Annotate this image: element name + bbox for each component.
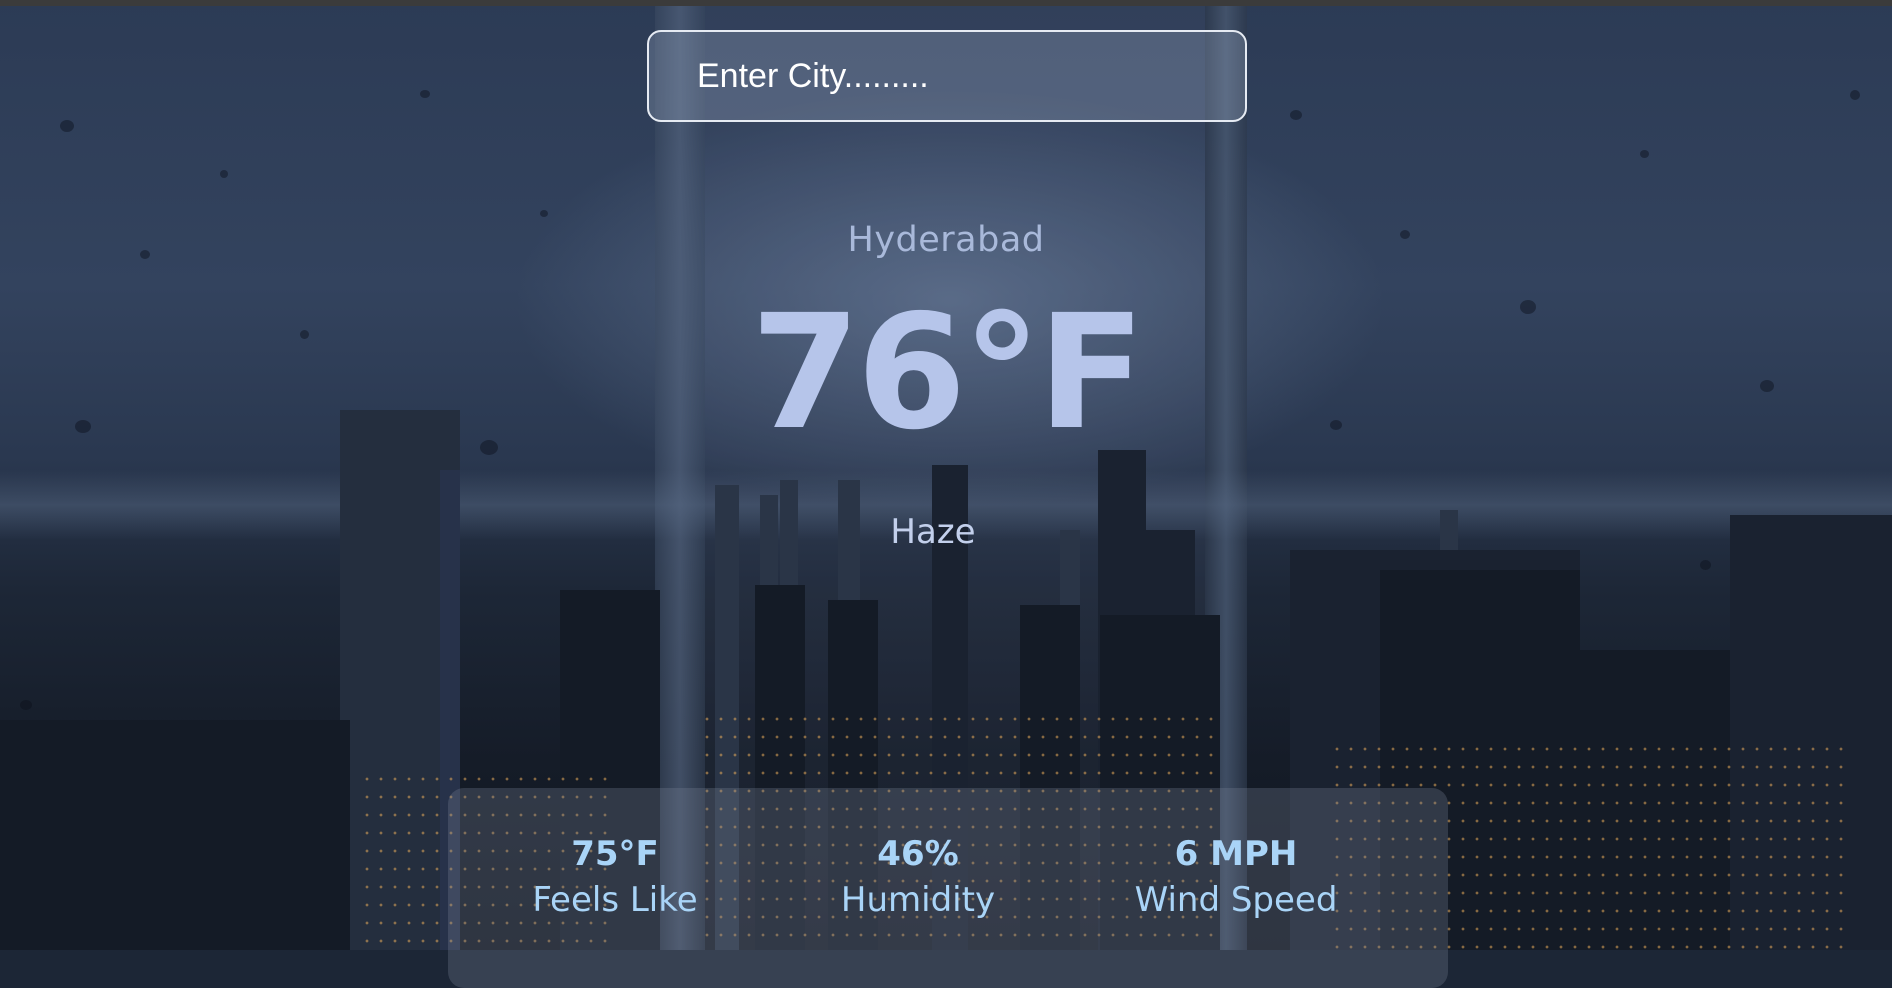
rain-drop xyxy=(1700,560,1711,570)
rain-drop xyxy=(60,120,74,132)
rain-drop xyxy=(540,210,548,217)
feels-like-label: Feels Like xyxy=(532,880,698,920)
rain-drop xyxy=(220,170,228,178)
rain-drop xyxy=(1640,150,1649,158)
humidity-label: Humidity xyxy=(840,880,996,920)
humidity-value: 46% xyxy=(877,834,959,874)
weather-stats-panel: 75°F Feels Like 46% Humidity 6 MPH Wind … xyxy=(448,788,1448,988)
temperature-value: 76°F xyxy=(750,281,1146,465)
rain-drop xyxy=(1290,110,1302,120)
humidity-stat: 46% Humidity xyxy=(788,832,1048,924)
city-name: Hyderabad xyxy=(847,220,1045,260)
city-search-input[interactable] xyxy=(649,32,1245,120)
feels-like-stat: 75°F Feels Like xyxy=(485,832,745,924)
feels-like-value: 75°F xyxy=(571,834,659,874)
rain-drop xyxy=(1850,90,1860,100)
wind-speed-value: 6 MPH xyxy=(1174,834,1298,874)
rain-drop xyxy=(420,90,430,98)
weather-condition: Haze xyxy=(890,512,976,552)
rain-drop xyxy=(20,700,32,710)
wind-speed-stat: 6 MPH Wind Speed xyxy=(1106,832,1366,924)
browser-top-edge xyxy=(0,0,1892,6)
building xyxy=(0,720,350,950)
city-search-box[interactable] xyxy=(647,30,1247,122)
wind-speed-label: Wind Speed xyxy=(1134,880,1338,920)
